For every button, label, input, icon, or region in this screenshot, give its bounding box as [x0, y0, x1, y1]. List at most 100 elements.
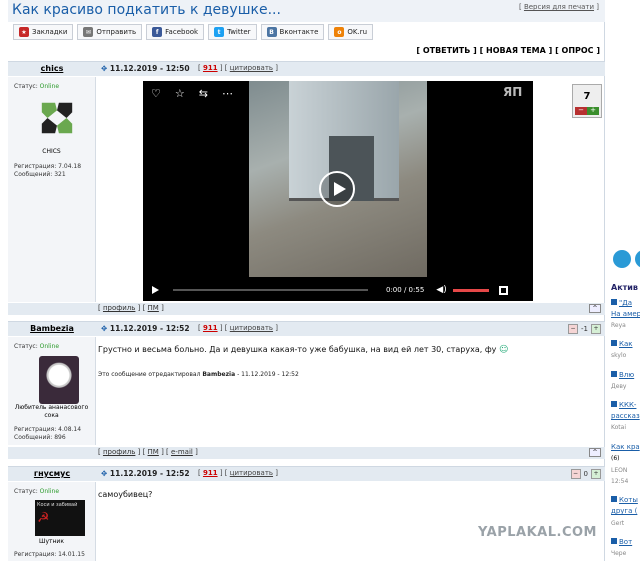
avatar[interactable]: Коси и забивай ☭	[35, 500, 85, 536]
avatar[interactable]	[39, 356, 79, 404]
user-rank: Шутник	[39, 538, 64, 545]
post-rating: 7 − +	[572, 84, 602, 118]
video-player[interactable]: ♡ ☆ ⇆ ⋯ ЯП 0:00 / 0:55 ◀)	[143, 81, 533, 301]
sidebar-user: Деву	[611, 383, 627, 390]
sidebar-user: Reya	[611, 322, 626, 329]
video-time: 0:00 / 0:55	[386, 286, 425, 294]
rate-down-button[interactable]: −	[575, 107, 587, 115]
yap-logo-icon: ЯП	[503, 85, 523, 99]
quote-link[interactable]: цитировать	[230, 324, 273, 332]
post-author[interactable]: Bambezia	[8, 324, 96, 333]
pin-icon[interactable]: ✥	[101, 64, 107, 73]
topic-icon	[611, 538, 617, 544]
post-rating: − -1 +	[568, 324, 601, 334]
social-icon[interactable]	[635, 250, 640, 268]
share-mail-button[interactable]: ✉ Отправить	[77, 24, 143, 40]
email-link[interactable]: e-mail	[171, 448, 193, 456]
rate-up-button[interactable]: +	[591, 469, 601, 479]
sidebar-item[interactable]: Как кра	[611, 443, 640, 451]
user-reg: Регистрация: 7.04.18	[14, 163, 82, 170]
post-author[interactable]: гнусмус	[8, 469, 96, 478]
post-date: ✥ 11.12.2019 - 12:50	[101, 64, 190, 73]
sidebar-item[interactable]: Как	[611, 340, 633, 348]
scroll-up-icon[interactable]: ^	[589, 448, 601, 457]
play-button[interactable]	[152, 286, 159, 294]
play-icon[interactable]	[319, 171, 355, 207]
pm-link[interactable]: ПМ	[148, 304, 159, 312]
post-header: chics ✥ 11.12.2019 - 12:50 [ 911 ] [ цит…	[8, 61, 605, 76]
scroll-up-icon[interactable]: ^	[589, 304, 601, 313]
quote-link[interactable]: цитировать	[230, 469, 273, 477]
video-controls: 0:00 / 0:55 ◀)	[143, 279, 533, 301]
twitter-icon: t	[214, 27, 225, 37]
rate-up-button[interactable]: +	[587, 107, 599, 115]
print-version-link[interactable]: [ Версия для печати ]	[519, 3, 599, 11]
sidebar-header: Актив	[611, 283, 638, 292]
report-link[interactable]: 911	[203, 469, 218, 477]
user-reg: Регистрация: 4.08.14	[14, 426, 82, 433]
user-msgs: Сообщений: 896	[14, 434, 66, 441]
volume-slider[interactable]	[452, 288, 489, 292]
mail-icon: ✉	[83, 27, 94, 37]
edited-note: Это сообщение отредактировал Bambezia - …	[98, 371, 299, 378]
post-footer: [ профиль ] [ ПМ ] ^	[8, 303, 605, 315]
share-ok-button[interactable]: o OK.ru	[328, 24, 374, 40]
favorite-icon[interactable]: ☆	[175, 87, 185, 100]
sidebar-item-cont[interactable]: На амер	[611, 310, 640, 318]
like-icon[interactable]: ♡	[151, 87, 161, 100]
sidebar-item-cont[interactable]: друга (	[611, 507, 637, 515]
post-meta: [ 911 ] [ цитировать ]	[198, 469, 278, 477]
share-vk-button[interactable]: B Вконтакте	[260, 24, 325, 40]
pin-icon[interactable]: ✥	[101, 469, 107, 478]
telegram-icon[interactable]	[613, 250, 631, 268]
rate-down-button[interactable]: −	[570, 469, 581, 479]
sidebar-item[interactable]: ККК-	[611, 401, 636, 409]
sidebar-count: (6)	[611, 455, 620, 462]
post-text: самоубивец?	[98, 490, 153, 499]
rate-up-button[interactable]: +	[591, 324, 601, 334]
profile-link[interactable]: профиль	[103, 448, 135, 456]
profile-link[interactable]: профиль	[103, 304, 135, 312]
share-facebook-button[interactable]: f Facebook	[146, 24, 205, 40]
sidebar-item[interactable]: Коты	[611, 496, 638, 504]
report-link[interactable]: 911	[203, 64, 218, 72]
vk-icon: B	[266, 27, 277, 37]
fullscreen-icon[interactable]	[498, 285, 508, 295]
sidebar-time: 12:54	[611, 478, 629, 485]
quote-link[interactable]: цитировать	[230, 64, 273, 72]
post-text: Грустно и весьма больно. Да и девушка ка…	[98, 345, 509, 355]
post-date: ✥ 11.12.2019 - 12:52	[101, 324, 190, 333]
post-footer: [ профиль ] [ ПМ ] [ e-mail ] ^	[8, 447, 605, 459]
rate-down-button[interactable]: −	[568, 324, 579, 334]
avatar[interactable]	[38, 99, 76, 137]
poll-button[interactable]: ОПРОС	[562, 46, 594, 55]
post-author[interactable]: chics	[8, 64, 96, 73]
ok-icon: o	[334, 27, 345, 37]
hammer-sickle-icon: ☭	[37, 510, 50, 526]
report-link[interactable]: 911	[203, 324, 218, 332]
video-progress[interactable]	[173, 289, 368, 291]
sidebar-item[interactable]: Влю	[611, 371, 634, 379]
topic-icon	[611, 371, 617, 377]
post-meta: [ 911 ] [ цитировать ]	[198, 64, 278, 72]
pin-icon[interactable]: ✥	[101, 324, 107, 333]
sidebar-item[interactable]: "Да	[611, 299, 632, 307]
user-status: Статус: Online	[14, 83, 60, 90]
rating-value: 7	[583, 91, 591, 102]
share-bookmarks-button[interactable]: ★ Закладки	[13, 24, 74, 40]
pm-link[interactable]: ПМ	[148, 448, 159, 456]
site-watermark: YAPLAKAL.COM	[478, 525, 597, 540]
sidebar-item-cont[interactable]: рассказ	[611, 412, 640, 420]
new-topic-button[interactable]: НОВАЯ ТЕМА	[486, 46, 546, 55]
share-icon[interactable]: ⇆	[199, 87, 208, 100]
more-icon[interactable]: ⋯	[222, 87, 233, 100]
user-reg: Регистрация: 14.01.15	[14, 551, 85, 558]
topic-actions: [ ОТВЕТИТЬ ] [ НОВАЯ ТЕМА ] [ ОПРОС ]	[416, 46, 600, 55]
volume-icon[interactable]: ◀)	[436, 285, 446, 295]
share-twitter-button[interactable]: t Twitter	[208, 24, 257, 40]
sidebar-item[interactable]: Вот	[611, 538, 632, 546]
post-rating: −0 +	[570, 469, 601, 479]
reply-button[interactable]: ОТВЕТИТЬ	[423, 46, 471, 55]
share-bar: ★ Закладки ✉ Отправить f Facebook t Twitter …	[13, 24, 374, 41]
user-msgs: Сообщений: 321	[14, 171, 66, 178]
